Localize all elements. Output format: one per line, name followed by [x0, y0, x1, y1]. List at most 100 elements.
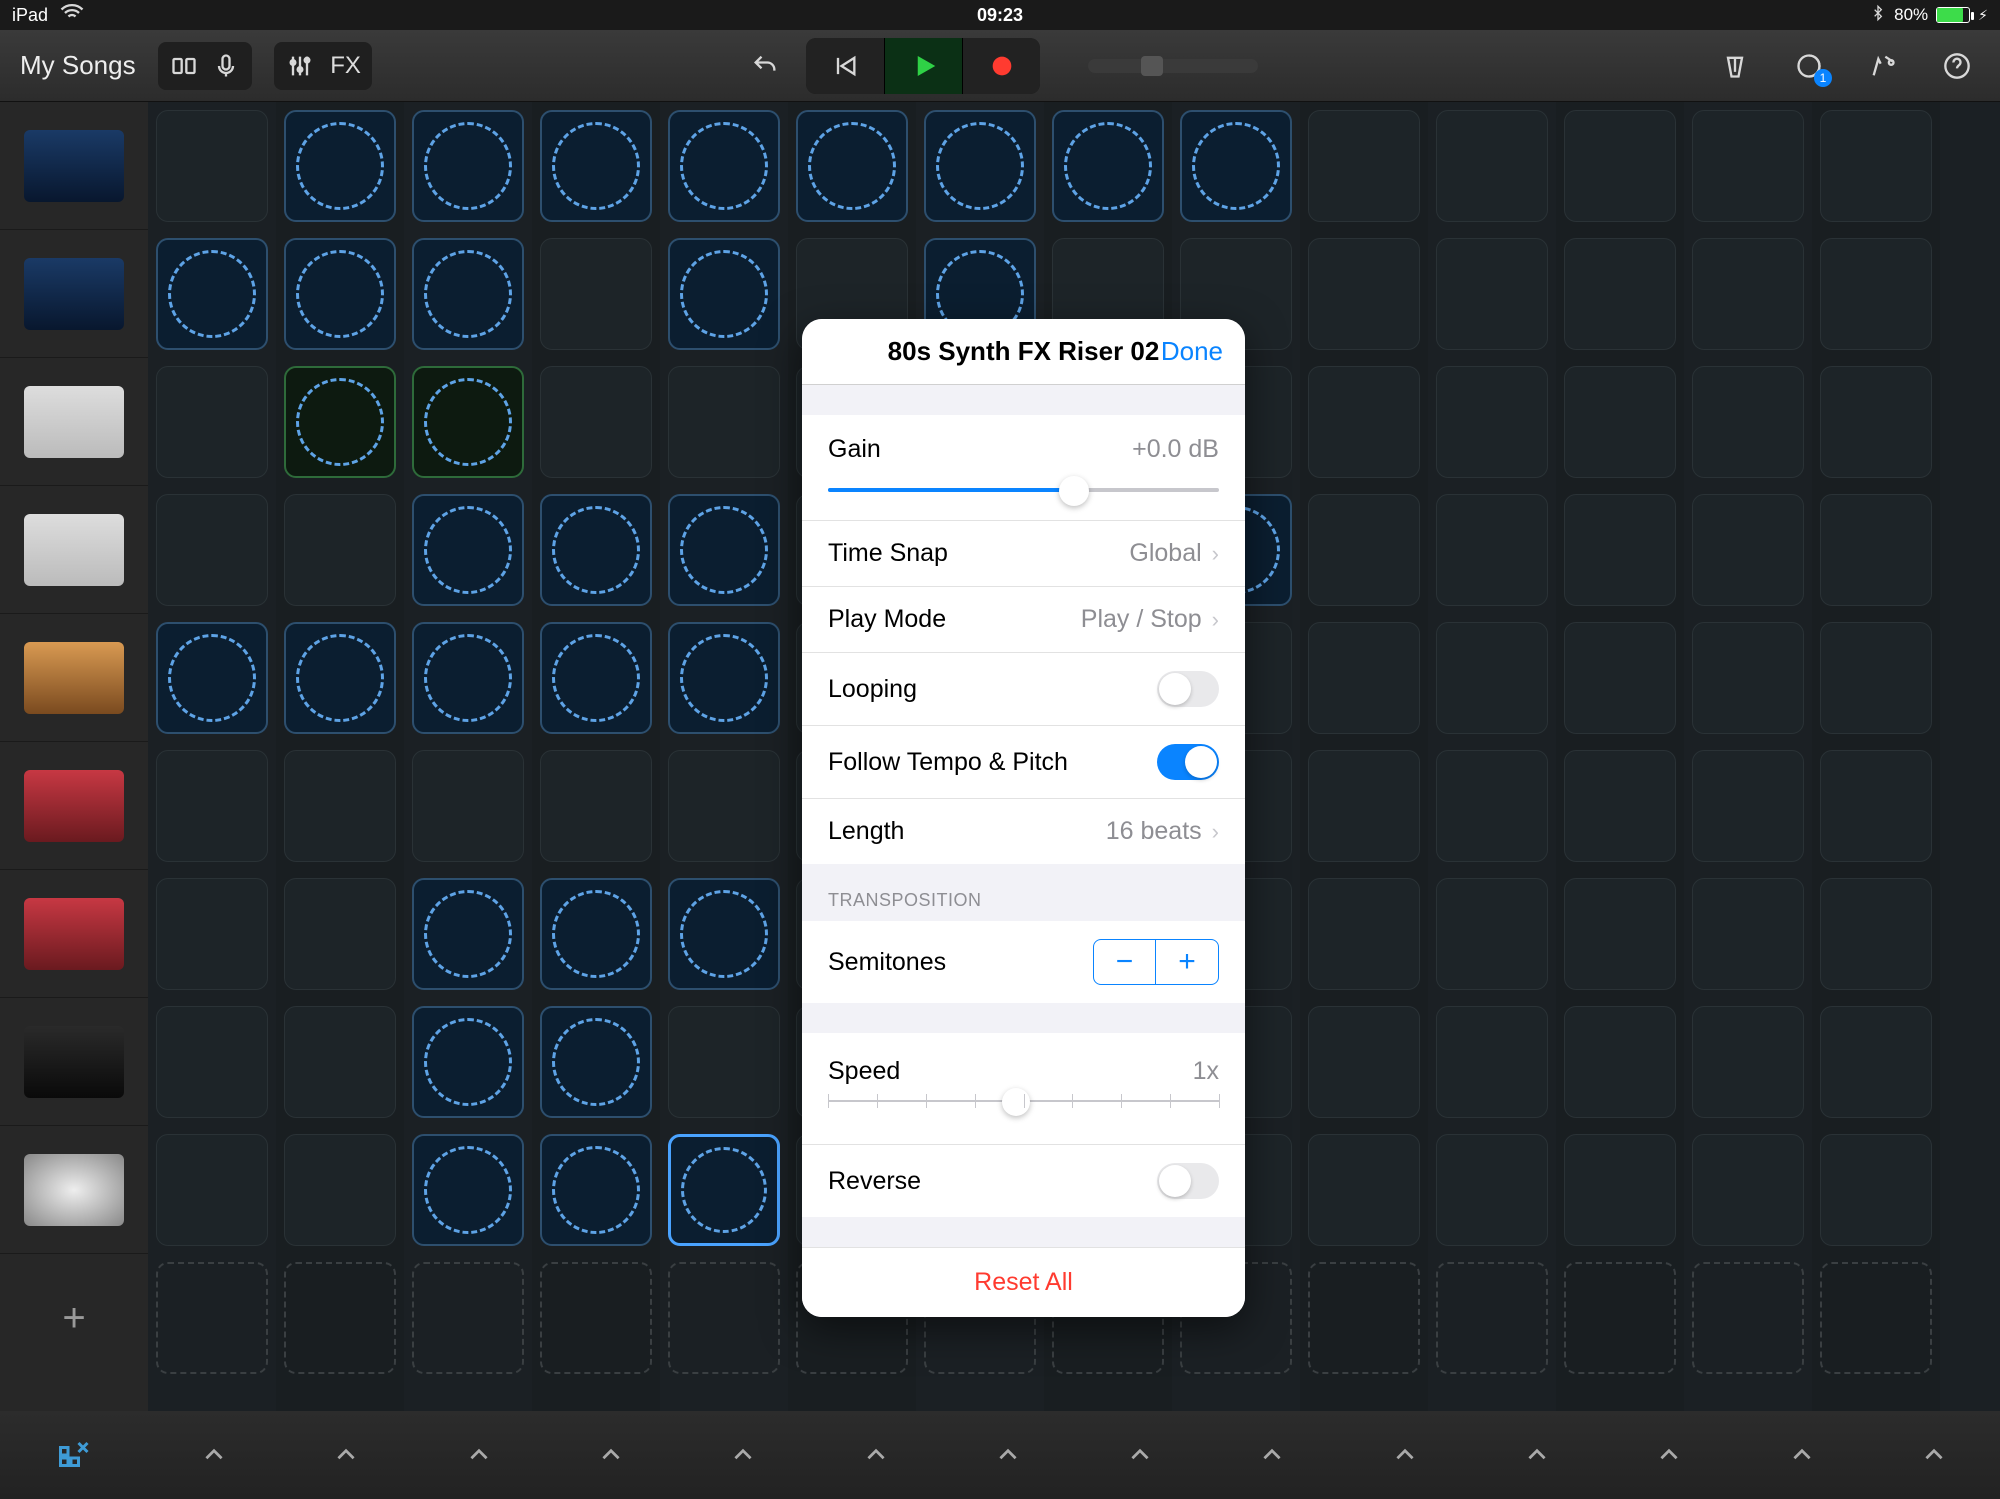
loop-cell[interactable]	[1052, 110, 1164, 222]
track-header-8[interactable]	[0, 1126, 148, 1254]
column-trigger[interactable]	[1339, 1442, 1471, 1468]
loop-cell[interactable]	[668, 494, 780, 606]
loop-cell[interactable]	[284, 110, 396, 222]
loop-cell[interactable]	[540, 366, 652, 478]
track-header-3[interactable]	[0, 486, 148, 614]
loop-cell[interactable]	[284, 622, 396, 734]
loop-cell[interactable]	[1820, 110, 1932, 222]
loop-cell[interactable]	[1308, 238, 1420, 350]
loop-cell[interactable]	[1436, 1134, 1548, 1246]
loop-cell[interactable]	[412, 750, 524, 862]
column-trigger[interactable]	[280, 1442, 412, 1468]
column-trigger[interactable]	[148, 1442, 280, 1468]
loop-cell[interactable]	[540, 110, 652, 222]
loop-cell[interactable]	[924, 110, 1036, 222]
column-trigger[interactable]	[1471, 1442, 1603, 1468]
gain-slider[interactable]	[828, 470, 1219, 510]
settings-icon[interactable]	[1860, 43, 1906, 89]
loop-cell[interactable]	[284, 366, 396, 478]
column-trigger[interactable]	[1735, 1442, 1867, 1468]
loop-cell[interactable]	[1564, 494, 1676, 606]
column-trigger[interactable]	[1603, 1442, 1735, 1468]
column-trigger[interactable]	[942, 1442, 1074, 1468]
loop-cell[interactable]	[156, 110, 268, 222]
play-button[interactable]	[884, 38, 962, 94]
loop-cell[interactable]	[1436, 878, 1548, 990]
follow-tempo-switch[interactable]	[1157, 744, 1219, 780]
loop-cell[interactable]	[1564, 1134, 1676, 1246]
loop-cell[interactable]	[1564, 1262, 1676, 1374]
loop-cell[interactable]	[1692, 366, 1804, 478]
loop-cell[interactable]	[540, 1134, 652, 1246]
loop-cell[interactable]	[1308, 1006, 1420, 1118]
reset-all-button[interactable]: Reset All	[802, 1247, 1245, 1317]
loop-cell[interactable]	[156, 750, 268, 862]
loop-cell[interactable]	[1180, 110, 1292, 222]
loop-cell[interactable]	[1308, 494, 1420, 606]
loop-cell[interactable]	[1692, 238, 1804, 350]
loop-cell[interactable]	[412, 366, 524, 478]
loop-cell[interactable]	[1692, 1262, 1804, 1374]
loop-cell[interactable]	[668, 878, 780, 990]
track-header-5[interactable]	[0, 742, 148, 870]
loop-cell[interactable]	[412, 1006, 524, 1118]
loop-cell[interactable]	[1436, 1006, 1548, 1118]
fx-button[interactable]: FX	[326, 46, 366, 86]
track-header-7[interactable]	[0, 998, 148, 1126]
loop-cell[interactable]	[156, 622, 268, 734]
loop-cell[interactable]	[1820, 366, 1932, 478]
add-track-button[interactable]: +	[0, 1254, 148, 1382]
loop-cell[interactable]	[1308, 1262, 1420, 1374]
loop-cell[interactable]	[540, 494, 652, 606]
column-trigger[interactable]	[1868, 1442, 2000, 1468]
rewind-button[interactable]	[806, 38, 884, 94]
metronome-icon[interactable]	[1712, 43, 1758, 89]
loop-cell[interactable]	[1436, 750, 1548, 862]
loop-cell[interactable]	[1820, 750, 1932, 862]
loop-cell[interactable]	[412, 622, 524, 734]
loop-browser-button[interactable]: 1	[1786, 43, 1832, 89]
time-snap-row[interactable]: Time Snap Global›	[802, 520, 1245, 586]
track-header-6[interactable]	[0, 870, 148, 998]
loop-cell[interactable]	[540, 1262, 652, 1374]
track-header-2[interactable]	[0, 358, 148, 486]
loop-cell[interactable]	[668, 238, 780, 350]
loop-cell[interactable]	[1692, 750, 1804, 862]
loop-cell[interactable]	[540, 238, 652, 350]
loop-cell[interactable]	[1308, 622, 1420, 734]
loop-cell[interactable]	[540, 622, 652, 734]
loop-cell[interactable]	[1820, 494, 1932, 606]
loop-cell[interactable]	[1564, 750, 1676, 862]
reverse-switch[interactable]	[1157, 1163, 1219, 1199]
loop-cell[interactable]	[284, 494, 396, 606]
track-header-0[interactable]	[0, 102, 148, 230]
loop-cell[interactable]	[1692, 110, 1804, 222]
loop-cell[interactable]	[1692, 622, 1804, 734]
loop-cell[interactable]	[540, 1006, 652, 1118]
column-trigger[interactable]	[809, 1442, 941, 1468]
column-trigger[interactable]	[1074, 1442, 1206, 1468]
session-icon[interactable]	[0, 1437, 148, 1473]
loop-cell[interactable]	[284, 1006, 396, 1118]
loop-cell[interactable]	[1308, 878, 1420, 990]
loop-cell[interactable]	[156, 238, 268, 350]
loop-cell[interactable]	[1436, 238, 1548, 350]
speed-slider[interactable]	[828, 1090, 1219, 1120]
loop-cell[interactable]	[668, 622, 780, 734]
loop-cell[interactable]	[156, 1006, 268, 1118]
loop-cell[interactable]	[284, 750, 396, 862]
loop-cell[interactable]	[1564, 110, 1676, 222]
loop-cell[interactable]	[1564, 238, 1676, 350]
loop-cell[interactable]	[1436, 1262, 1548, 1374]
loop-cell[interactable]	[284, 878, 396, 990]
loop-cell[interactable]	[284, 1262, 396, 1374]
loop-cell[interactable]	[412, 878, 524, 990]
length-row[interactable]: Length 16 beats›	[802, 798, 1245, 864]
loop-cell[interactable]	[1308, 750, 1420, 862]
loop-cell[interactable]	[1564, 1006, 1676, 1118]
column-trigger[interactable]	[545, 1442, 677, 1468]
loop-cell[interactable]	[1692, 494, 1804, 606]
help-icon[interactable]	[1934, 43, 1980, 89]
loop-cell[interactable]	[1564, 366, 1676, 478]
track-header-1[interactable]	[0, 230, 148, 358]
